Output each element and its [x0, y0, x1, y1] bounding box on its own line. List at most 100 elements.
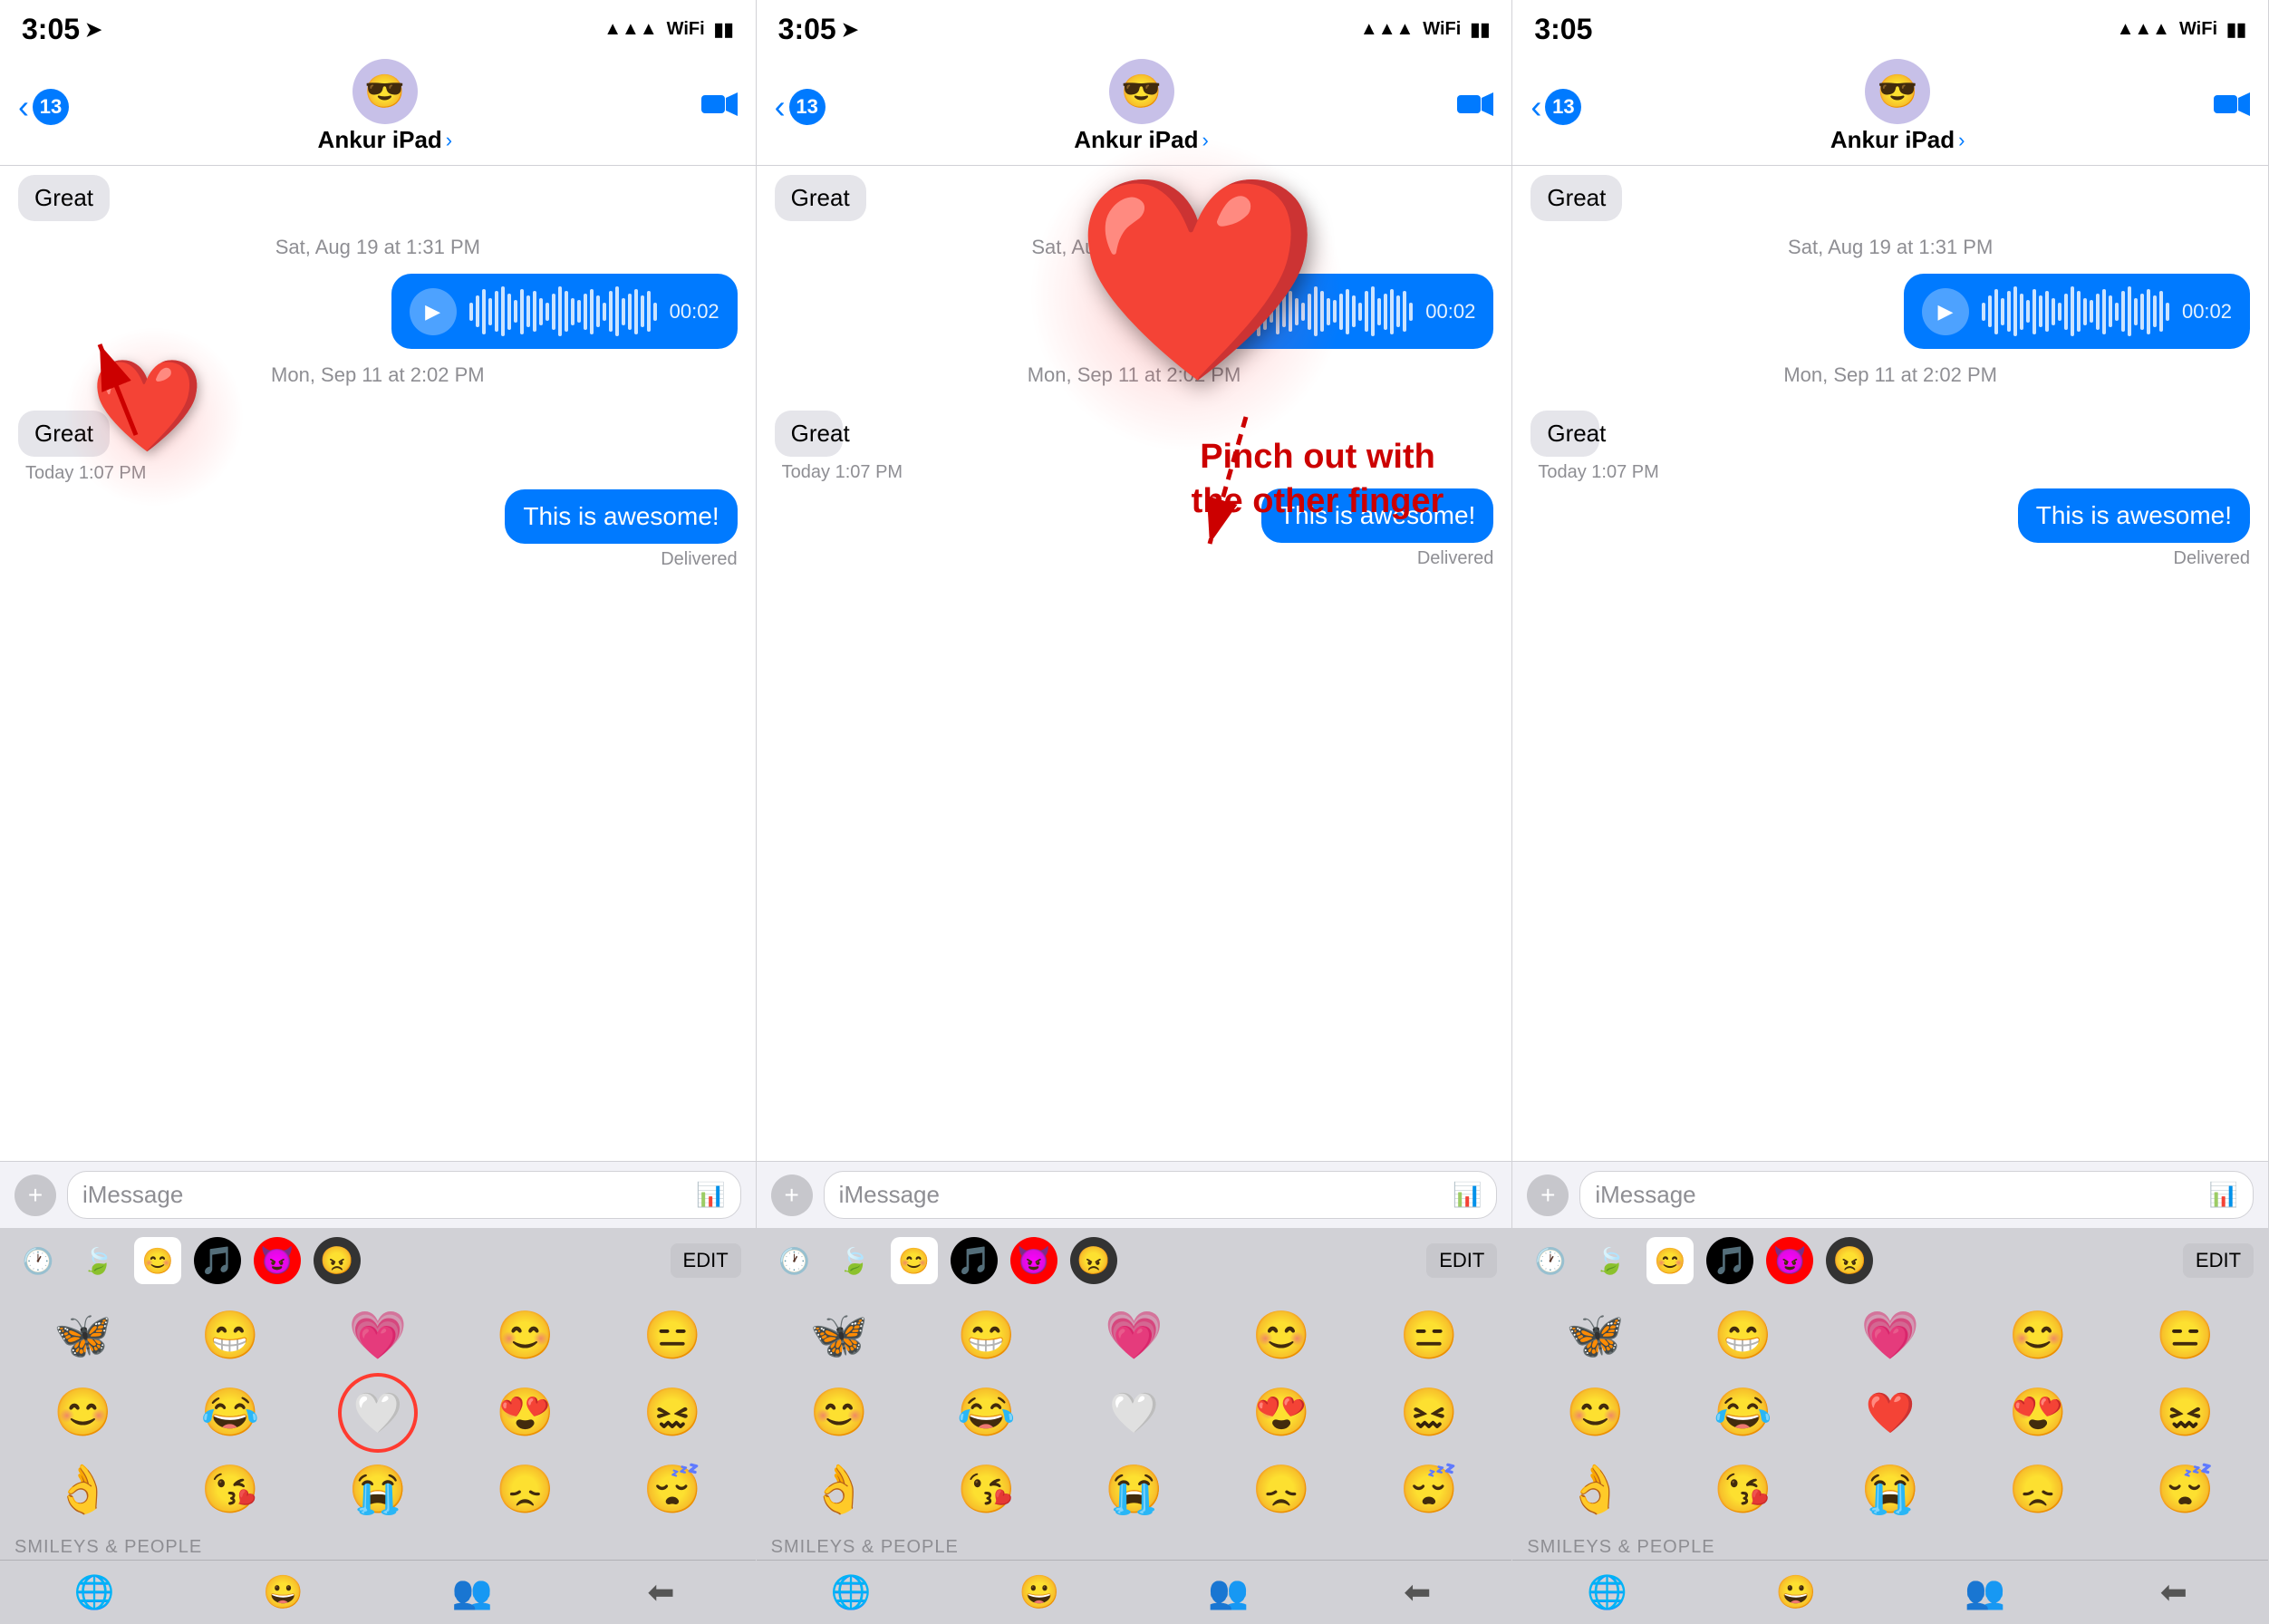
emoji-whiteheart-2[interactable]: 🤍 — [1060, 1374, 1208, 1451]
emoji-ok-2[interactable]: 👌 — [766, 1451, 913, 1528]
plus-button-2[interactable]: + — [771, 1174, 813, 1216]
emoji-hearts-2[interactable]: 💗 — [1060, 1297, 1208, 1374]
back-button-2[interactable]: ‹ 13 — [775, 88, 826, 126]
audio-play-1[interactable]: ▶ — [410, 288, 457, 335]
video-button-2[interactable] — [1457, 88, 1493, 126]
emoji-whiteheart-1[interactable]: 🤍 — [304, 1374, 451, 1451]
message-input-3[interactable]: iMessage 📊 — [1579, 1171, 2254, 1219]
emoji-hearts-3[interactable]: 💗 — [1817, 1297, 1965, 1374]
emoji-smile2-1[interactable]: 😊 — [9, 1374, 157, 1451]
emoji-kiss-2[interactable]: 😘 — [912, 1451, 1060, 1528]
emoji-bottom-back-3[interactable]: ⬅ — [2080, 1561, 2268, 1624]
custom3-icon-1[interactable]: 😠 — [314, 1237, 361, 1284]
audio-play-3[interactable]: ▶ — [1922, 288, 1969, 335]
nav-contact-2[interactable]: 😎 Ankur iPad › — [1074, 59, 1209, 154]
emoji-bottom-face-3[interactable]: 😀 — [1702, 1561, 1890, 1624]
emoji-kiss-3[interactable]: 😘 — [1669, 1451, 1817, 1528]
emoji-ok-3[interactable]: 👌 — [1521, 1451, 1669, 1528]
custom3-icon-2[interactable]: 😠 — [1070, 1237, 1117, 1284]
emoji-loveeyes-3[interactable]: 😍 — [1965, 1374, 2112, 1451]
emoji-butterfly-1[interactable]: 🦋 — [9, 1297, 157, 1374]
custom2-icon-3[interactable]: 😈 — [1766, 1237, 1813, 1284]
emoji-bottom-people-2[interactable]: 👥 — [1134, 1561, 1323, 1624]
emoji-keyboard-2: 🕐 🍃 😊 🎵 😈 😠 EDIT 🦋 😁 💗 😊 😑 😊 😂 🤍 😍 😖 👌 😘… — [757, 1228, 1512, 1624]
emoji-confounded-3[interactable]: 😖 — [2111, 1374, 2259, 1451]
edit-button-2[interactable]: EDIT — [1426, 1243, 1497, 1278]
video-button-1[interactable] — [701, 88, 738, 126]
nav-contact-1[interactable]: 😎 Ankur iPad › — [318, 59, 453, 154]
emoji-kiss-1[interactable]: 😘 — [157, 1451, 304, 1528]
emoji-bottom-people-3[interactable]: 👥 — [1890, 1561, 2079, 1624]
emoji-sob-2[interactable]: 😭 — [1060, 1451, 1208, 1528]
nature-icon-2[interactable]: 🍃 — [831, 1237, 878, 1284]
recent-icon-2[interactable]: 🕐 — [771, 1237, 818, 1284]
emoji-sad-2[interactable]: 😞 — [1208, 1451, 1356, 1528]
custom1-icon-3[interactable]: 🎵 — [1706, 1237, 1753, 1284]
emoji-smile-3[interactable]: 😊 — [1965, 1297, 2112, 1374]
emoji-smile4-3[interactable]: 😊 — [1521, 1374, 1669, 1451]
nav-contact-3[interactable]: 😎 Ankur iPad › — [1830, 59, 1965, 154]
emoji-squint-2[interactable]: 😑 — [1356, 1297, 1503, 1374]
emoji-bottom-people-1[interactable]: 👥 — [378, 1561, 566, 1624]
emoji-loveeyes-2[interactable]: 😍 — [1208, 1374, 1356, 1451]
emoji-sob-1[interactable]: 😭 — [304, 1451, 451, 1528]
emoji-butterfly-3[interactable]: 🦋 — [1521, 1297, 1669, 1374]
emoji-laugh-2[interactable]: 😂 — [912, 1374, 1060, 1451]
recent-icon-1[interactable]: 🕐 — [14, 1237, 62, 1284]
emoji-butterfly-2[interactable]: 🦋 — [766, 1297, 913, 1374]
emoji-bottom-back-2[interactable]: ⬅ — [1323, 1561, 1511, 1624]
emoji-ok-1[interactable]: 👌 — [9, 1451, 157, 1528]
emoji-sob-3[interactable]: 😭 — [1817, 1451, 1965, 1528]
emoji-bottom-back-1[interactable]: ⬅ — [566, 1561, 755, 1624]
emoji-confounded-1[interactable]: 😖 — [599, 1374, 747, 1451]
emoji-loveeyes-1[interactable]: 😍 — [451, 1374, 599, 1451]
smileys-icon-2[interactable]: 😊 — [891, 1237, 938, 1284]
edit-button-3[interactable]: EDIT — [2183, 1243, 2254, 1278]
emoji-sleep-2[interactable]: 😴 — [1356, 1451, 1503, 1528]
edit-button-1[interactable]: EDIT — [671, 1243, 741, 1278]
emoji-laugh-1[interactable]: 😂 — [157, 1374, 304, 1451]
smileys-icon-1[interactable]: 😊 — [134, 1237, 181, 1284]
recent-icon-3[interactable]: 🕐 — [1527, 1237, 1574, 1284]
emoji-hearts-1[interactable]: 💗 — [304, 1297, 451, 1374]
emoji-smile3-2[interactable]: 😊 — [766, 1374, 913, 1451]
nature-icon-3[interactable]: 🍃 — [1587, 1237, 1634, 1284]
emoji-bottom-globe-3[interactable]: 🌐 — [1512, 1561, 1701, 1624]
emoji-redheart-3[interactable]: ❤️ — [1817, 1374, 1965, 1451]
custom3-icon-3[interactable]: 😠 — [1826, 1237, 1873, 1284]
emoji-sleep-3[interactable]: 😴 — [2111, 1451, 2259, 1528]
custom2-icon-1[interactable]: 😈 — [254, 1237, 301, 1284]
custom1-icon-1[interactable]: 🎵 — [194, 1237, 241, 1284]
custom2-icon-2[interactable]: 😈 — [1010, 1237, 1057, 1284]
emoji-laugh-3[interactable]: 😂 — [1669, 1374, 1817, 1451]
custom1-icon-2[interactable]: 🎵 — [951, 1237, 998, 1284]
emoji-bottom-face-1[interactable]: 😀 — [188, 1561, 377, 1624]
back-button-3[interactable]: ‹ 13 — [1530, 88, 1581, 126]
audio-msg-1[interactable]: ▶ 00:02 — [391, 274, 738, 349]
plus-button-3[interactable]: + — [1527, 1174, 1569, 1216]
emoji-sad-3[interactable]: 😞 — [1965, 1451, 2112, 1528]
emoji-grin-3[interactable]: 😁 — [1669, 1297, 1817, 1374]
smileys-icon-3[interactable]: 😊 — [1646, 1237, 1694, 1284]
emoji-grin-1[interactable]: 😁 — [157, 1297, 304, 1374]
emoji-bottom-globe-1[interactable]: 🌐 — [0, 1561, 188, 1624]
emoji-smile-2[interactable]: 😊 — [1208, 1297, 1356, 1374]
emoji-smile-1[interactable]: 😊 — [451, 1297, 599, 1374]
emoji-squint-1[interactable]: 😑 — [599, 1297, 747, 1374]
emoji-bottom-globe-2[interactable]: 🌐 — [757, 1561, 945, 1624]
video-button-3[interactable] — [2214, 88, 2250, 126]
emoji-grin-2[interactable]: 😁 — [912, 1297, 1060, 1374]
emoji-sad-1[interactable]: 😞 — [451, 1451, 599, 1528]
emoji-bottom-face-2[interactable]: 😀 — [945, 1561, 1134, 1624]
emoji-sleep-1[interactable]: 😴 — [599, 1451, 747, 1528]
plus-button-1[interactable]: + — [14, 1174, 56, 1216]
back-button-1[interactable]: ‹ 13 — [18, 88, 69, 126]
emoji-grid-3: 🦋 😁 💗 😊 😑 😊 😂 ❤️ 😍 😖 👌 😘 😭 😞 😴 — [1512, 1293, 2268, 1532]
emoji-confounded-2[interactable]: 😖 — [1356, 1374, 1503, 1451]
nature-icon-1[interactable]: 🍃 — [74, 1237, 121, 1284]
audio-msg-3[interactable]: ▶ 00:02 — [1904, 274, 2250, 349]
emoji-squint-3[interactable]: 😑 — [2111, 1297, 2259, 1374]
message-input-2[interactable]: iMessage 📊 — [824, 1171, 1498, 1219]
message-input-1[interactable]: iMessage 📊 — [67, 1171, 741, 1219]
nav-chevron-1: › — [446, 129, 452, 152]
